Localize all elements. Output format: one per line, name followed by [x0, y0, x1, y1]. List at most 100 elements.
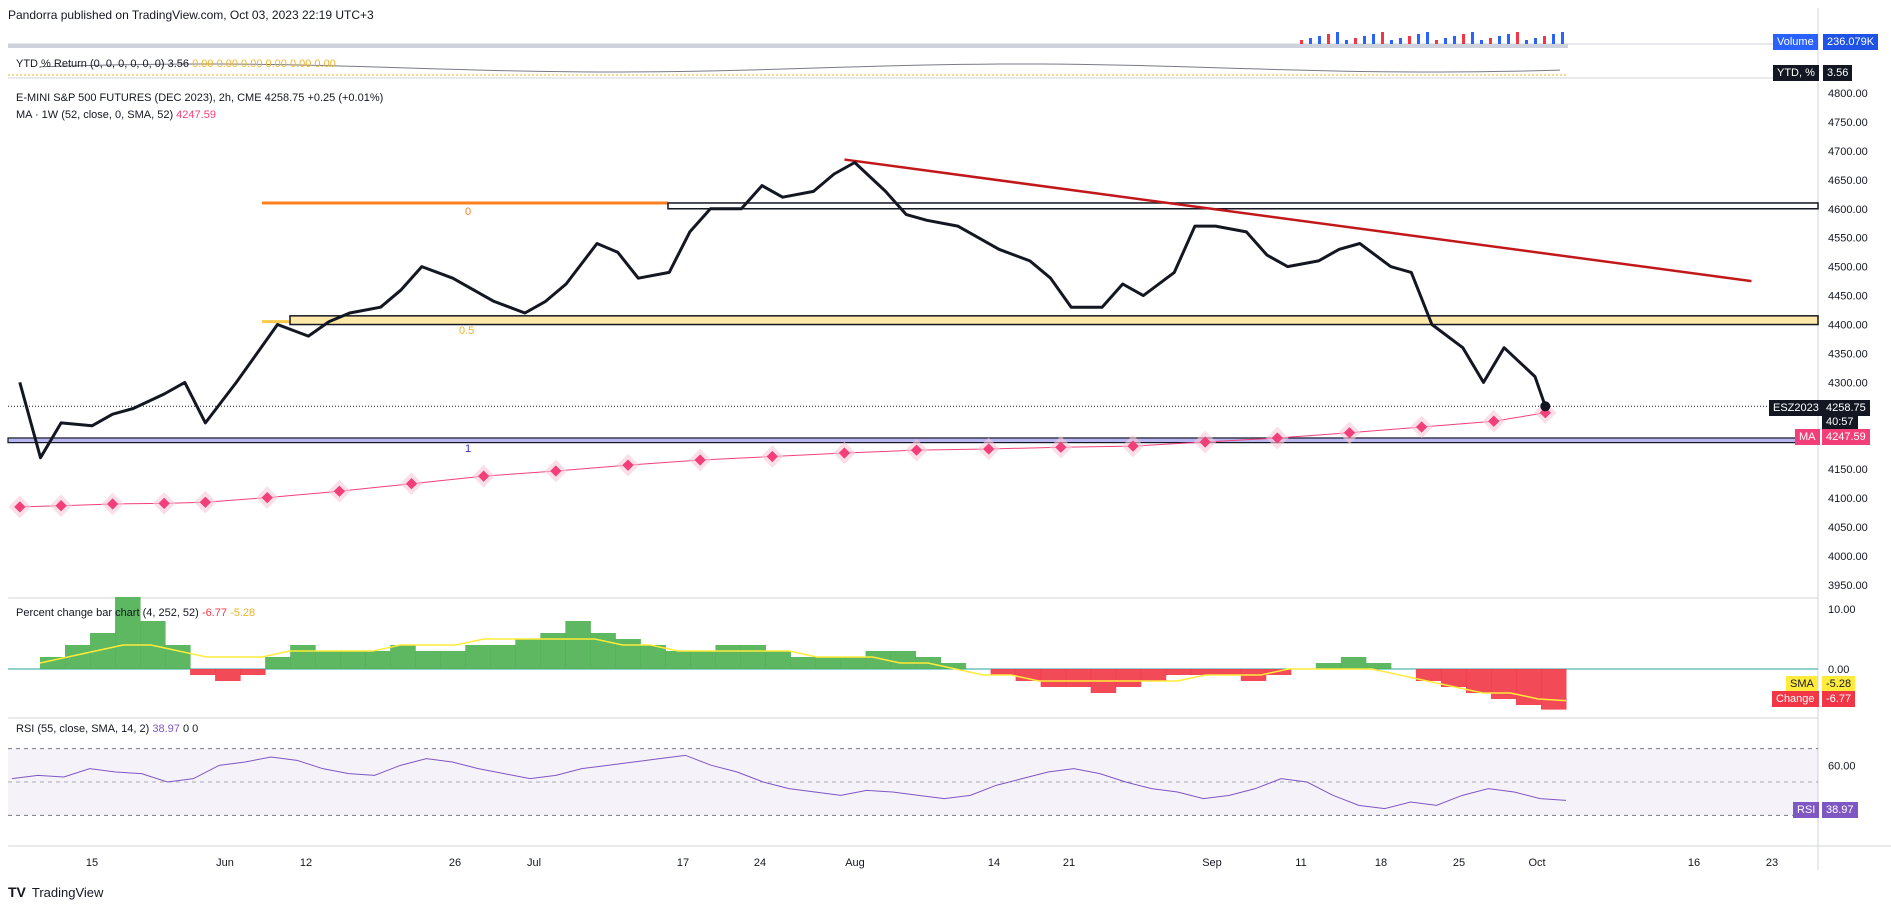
price-tick-label: 4550.00 — [1828, 233, 1868, 245]
price-tick-label: 4350.00 — [1828, 348, 1868, 360]
volume-bar — [1354, 38, 1357, 44]
percent-change-pane: 10.00 0.00 — [8, 597, 1856, 710]
pct-bar — [665, 651, 691, 669]
pct-bar — [490, 645, 516, 669]
volume-bar — [1426, 32, 1429, 44]
footer-brand: TradingView — [31, 884, 104, 900]
price-series — [18, 161, 1551, 460]
ytd-badge-label: YTD, % — [1773, 65, 1819, 81]
pct-bar — [315, 651, 341, 669]
pct-bar — [740, 645, 766, 669]
fib-label-0: 0 — [465, 206, 472, 218]
volume-bars — [8, 32, 1568, 48]
price-tick-label: 4600.00 — [1828, 204, 1868, 216]
support-box — [289, 315, 1819, 326]
pct-bar — [440, 651, 466, 669]
volume-badge-label: Volume — [1773, 34, 1818, 50]
ytd-legend: YTD % Return (0, 0, 0, 0, 0, 0) 3.56 0.0… — [16, 58, 336, 70]
pct-tick-label: 0.00 — [1828, 664, 1849, 676]
price-axis[interactable]: 3950.004000.004050.004100.004150.004200.… — [1828, 88, 1868, 592]
pct-sma-line — [39, 638, 1567, 702]
volume-bar — [1417, 34, 1420, 44]
time-tick-label: 21 — [1063, 857, 1075, 869]
footer[interactable]: TV TradingView — [8, 884, 103, 900]
pct-tick-label: 10.00 — [1828, 604, 1856, 616]
pct-bar — [265, 657, 291, 669]
volume-bar — [1336, 32, 1339, 44]
volume-bar — [1372, 34, 1375, 44]
ytd-badge-value: 3.56 — [1823, 65, 1853, 81]
pct-bar — [215, 669, 241, 681]
price-tick-label: 4700.00 — [1828, 146, 1868, 158]
volume-bar — [1309, 38, 1312, 44]
volume-bar — [1489, 38, 1492, 44]
volume-bar — [1462, 34, 1465, 44]
pct-bar — [1140, 669, 1167, 681]
pct-bar — [1190, 669, 1217, 675]
symbol-legend-price: 4258.75 — [264, 92, 305, 104]
ma-legend-name: MA · 1W (52, close, 0, SMA, 52) — [16, 109, 174, 121]
volume-bar — [1543, 36, 1546, 44]
time-axis[interactable]: 15 Jun 12 26 Jul 17 24 Aug 14 21 Sep 11 18 25 Oct 16 23 — [86, 857, 1778, 869]
pct-bar — [990, 669, 1017, 675]
time-tick-label: 23 — [1766, 857, 1778, 869]
volume-bar — [1498, 36, 1501, 44]
time-tick-label: 17 — [677, 857, 689, 869]
pct-bar — [565, 621, 591, 669]
price-tick-label: 4400.00 — [1828, 320, 1868, 332]
price-tick-label: 4650.00 — [1828, 175, 1868, 187]
volume-bar — [1471, 32, 1474, 44]
ytd-legend-zeros: 0.00 0.00 0.00 0.00 0.00 0.00 — [192, 58, 336, 70]
pct-bar — [1340, 657, 1367, 669]
pct-legend-val1: -6.77 — [201, 607, 227, 619]
time-tick-label: Oct — [1528, 857, 1545, 869]
time-tick-label: Sep — [1202, 857, 1222, 869]
symbol-legend[interactable]: E-MINI S&P 500 FUTURES (DEC 2023), 2h, C… — [16, 92, 383, 104]
pct-bar — [715, 645, 741, 669]
ma-legend[interactable]: MA · 1W (52, close, 0, SMA, 52) 4247.59 — [16, 109, 216, 121]
pct-bar — [690, 651, 716, 669]
pct-bar — [815, 657, 842, 669]
pct-bar — [465, 645, 491, 669]
price-last-dot — [1540, 401, 1551, 412]
price-tick-label: 4500.00 — [1828, 262, 1868, 274]
change-badge-value: -6.77 — [1822, 691, 1856, 707]
pct-bar — [240, 669, 266, 675]
pct-bar — [1465, 669, 1492, 693]
fib-label-1: 1 — [465, 443, 472, 455]
pct-bar — [1215, 669, 1242, 675]
ma-badge-value: 4247.59 — [1822, 429, 1870, 445]
price-line — [18, 161, 1547, 460]
resistance-box — [667, 202, 1819, 210]
price-tick-label: 4800.00 — [1828, 88, 1868, 100]
rsi-legend-value: 38.97 — [152, 723, 180, 735]
volume-bar — [1453, 36, 1456, 44]
rsi-legend[interactable]: RSI (55, close, SMA, 14, 2) 38.97 0 0 — [16, 723, 198, 735]
pct-bar — [1490, 669, 1517, 699]
chart-canvas[interactable]: 3950.004000.004050.004100.004150.004200.… — [0, 0, 1891, 911]
trendline[interactable] — [8, 158, 1818, 407]
pct-legend[interactable]: Percent change bar chart (4, 252, 52) -6… — [16, 607, 255, 619]
volume-bar — [1480, 40, 1483, 44]
price-tick-label: 4050.00 — [1828, 522, 1868, 534]
pct-bar — [1040, 669, 1067, 687]
volume-bar — [1516, 32, 1519, 44]
rsi-legend-zeros: 0 0 — [182, 723, 199, 735]
pct-legend-val2: -5.28 — [230, 607, 256, 619]
volume-bar — [1444, 38, 1447, 44]
pct-bar — [1365, 663, 1392, 669]
price-tick-label: 4150.00 — [1828, 464, 1868, 476]
pct-bar — [190, 669, 216, 675]
change-badge-label: Change — [1772, 691, 1819, 707]
volume-bar — [1318, 36, 1321, 44]
pct-bar — [1065, 669, 1092, 687]
time-tick-label: 15 — [86, 857, 98, 869]
sma-badge-label: SMA — [1786, 676, 1818, 692]
low-box — [7, 437, 1819, 444]
volume-base — [8, 44, 1568, 48]
pct-bar — [340, 651, 366, 669]
ma-legend-value: 4247.59 — [176, 109, 216, 121]
ytd-legend-value: 3.56 — [167, 58, 190, 70]
price-tick-label: 4750.00 — [1828, 117, 1868, 129]
volume-bar — [1327, 34, 1330, 44]
